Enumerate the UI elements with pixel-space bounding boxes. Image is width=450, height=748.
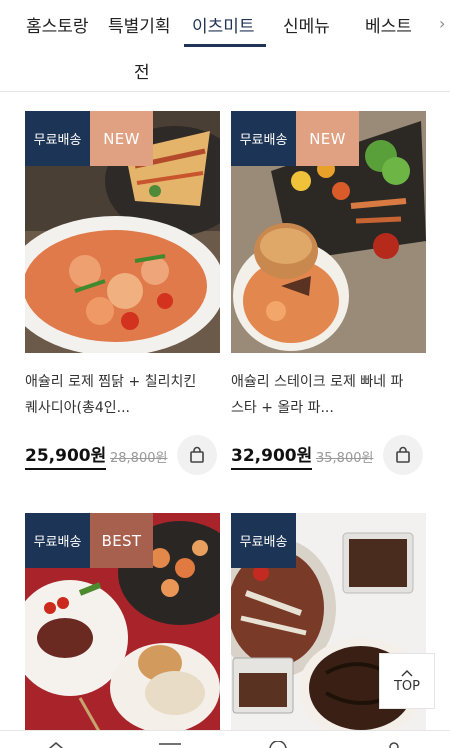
tab-eats-meat[interactable]: 이츠미트 xyxy=(192,12,255,37)
product-image[interactable]: 무료배송 NEW xyxy=(25,111,220,353)
new-badge: NEW xyxy=(296,111,359,166)
free-shipping-badge: 무료배송 xyxy=(25,111,90,166)
product-image[interactable]: 무료배송 BEST xyxy=(25,513,220,733)
product-card[interactable]: 무료배송 NEW 애슐리 로제 찜닭 + 칠리치킨 퀘사디아(총4인... 25… xyxy=(25,111,220,475)
chevron-up-icon xyxy=(401,669,413,676)
scroll-to-top-button[interactable]: TOP xyxy=(379,653,435,709)
free-shipping-badge: 무료배송 xyxy=(25,513,90,568)
best-badge: BEST xyxy=(90,513,153,568)
original-price: 28,800원 xyxy=(110,451,168,466)
more-tabs-icon[interactable]: › xyxy=(439,14,445,33)
active-tab-indicator xyxy=(184,44,266,47)
price-row: 32,900원 35,800원 xyxy=(231,435,426,477)
tab-wrapped-text[interactable]: 전 xyxy=(134,58,150,83)
bottom-navigation xyxy=(0,730,450,748)
tab-best[interactable]: 베스트 xyxy=(365,12,412,37)
tab-new-menu[interactable]: 신메뉴 xyxy=(283,12,330,37)
sale-price: 32,900원 xyxy=(231,441,313,470)
tab-homestaurant[interactable]: 홈스토랑 xyxy=(26,12,89,37)
category-tab-bar: 홈스토랑 특별기획 이츠미트 신메뉴 베스트 전 › xyxy=(0,0,450,92)
tab-special-plan[interactable]: 특별기획 xyxy=(108,12,171,37)
home-icon[interactable] xyxy=(48,741,64,748)
new-badge: NEW xyxy=(90,111,153,166)
product-card[interactable]: 무료배송 BEST xyxy=(25,513,220,733)
shopping-bag-icon xyxy=(190,446,204,463)
add-to-cart-button[interactable] xyxy=(177,435,217,475)
product-card[interactable]: 무료배송 NEW 애슐리 스테이크 로제 빠네 파 스타 + 올라 파... 3… xyxy=(231,111,426,475)
original-price: 35,800원 xyxy=(316,451,374,466)
add-to-cart-button[interactable] xyxy=(383,435,423,475)
user-icon[interactable] xyxy=(386,741,402,748)
shopping-bag-icon xyxy=(396,446,410,463)
product-title[interactable]: 애슐리 로제 찜닭 + 칠리치킨 퀘사디아(총4인... xyxy=(25,369,220,421)
free-shipping-badge: 무료배송 xyxy=(231,111,296,166)
search-icon[interactable] xyxy=(268,741,288,748)
price-row: 25,900원 28,800원 xyxy=(25,435,220,477)
menu-icon[interactable] xyxy=(158,741,182,748)
product-image[interactable]: 무료배송 NEW xyxy=(231,111,426,353)
sale-price: 25,900원 xyxy=(25,441,107,470)
product-title[interactable]: 애슐리 스테이크 로제 빠네 파 스타 + 올라 파... xyxy=(231,369,426,421)
free-shipping-badge: 무료배송 xyxy=(231,513,296,568)
